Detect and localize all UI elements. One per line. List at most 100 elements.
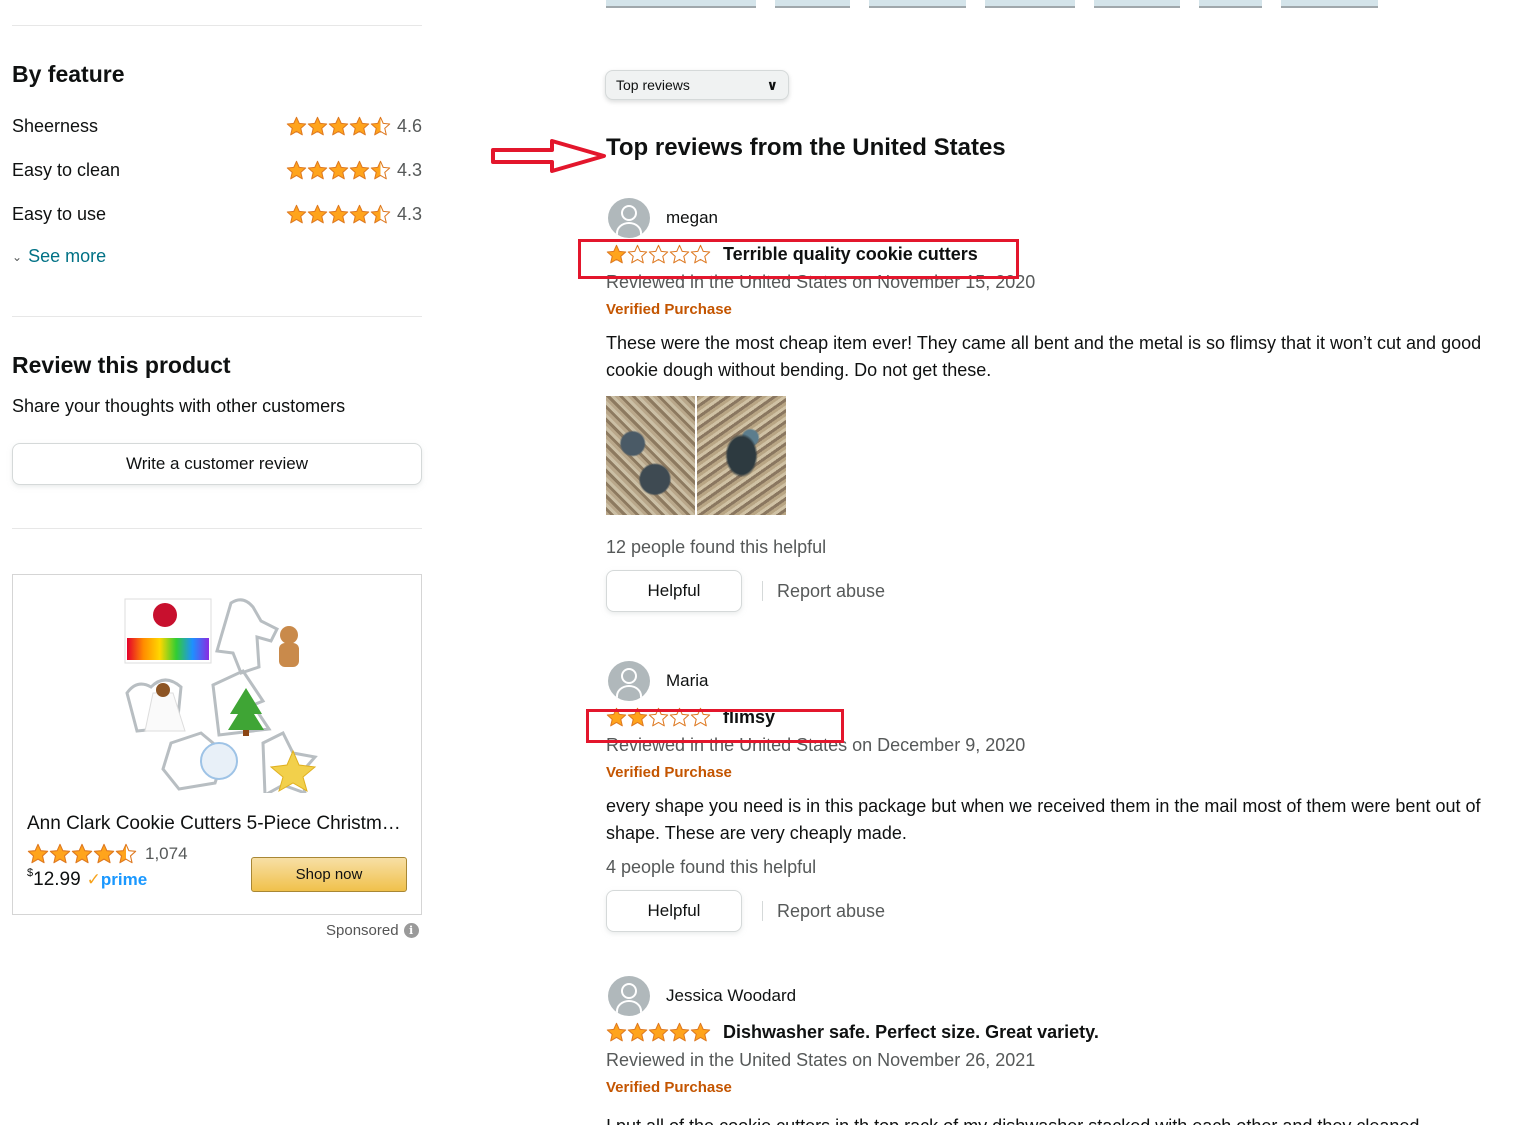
reviewer-profile[interactable]: megan [606, 198, 1511, 238]
star-half-icon [370, 160, 391, 179]
review-product-title: Review this product [12, 352, 231, 378]
chevron-down-icon: ⌄ [12, 249, 23, 264]
star-full-icon [49, 843, 71, 864]
star-full-icon [669, 1022, 690, 1041]
filter-pill[interactable] [1281, 0, 1378, 8]
ad-product-title[interactable]: Ann Clark Cookie Cutters 5-Piece Christm… [27, 813, 407, 835]
info-icon[interactable]: i [403, 923, 419, 938]
currency-symbol: $ [27, 867, 34, 879]
star-full-icon [328, 116, 349, 135]
star-full-icon [328, 204, 349, 223]
sort-dropdown[interactable]: Top reviews ∨ [605, 70, 789, 100]
ad-rating[interactable]: 1,074 [27, 843, 188, 865]
star-half-icon [370, 204, 391, 223]
star-full-icon [71, 843, 93, 864]
report-abuse-link[interactable]: Report abuse [777, 901, 885, 922]
verified-purchase-badge: Verified Purchase [606, 301, 732, 318]
avatar-icon[interactable] [608, 661, 650, 701]
filter-pill[interactable] [775, 0, 850, 8]
feature-rating-value: 4.3 [396, 159, 422, 180]
feature-label: Easy to use [12, 203, 107, 224]
ad-rating-count[interactable]: 1,074 [145, 844, 188, 864]
review-item: Jessica Woodard Dishwasher safe. Perfect… [606, 976, 1511, 1102]
review-body: I put all of the cookie cutters in th to… [606, 1113, 1511, 1125]
filter-pill[interactable] [1094, 0, 1180, 8]
sponsored-text: Sponsored [326, 922, 399, 939]
feature-row-easy-to-use: Easy to use 4.3 [12, 202, 422, 226]
chevron-down-icon: ∨ [766, 76, 778, 93]
reviewer-profile[interactable]: Maria [606, 661, 1511, 701]
divider [762, 581, 763, 601]
filter-pill[interactable] [869, 0, 966, 8]
see-more-label: See more [28, 246, 107, 266]
divider [12, 528, 422, 529]
review-title-row[interactable]: Dishwasher safe. Perfect size. Great var… [606, 1018, 1511, 1046]
review-product-subtitle: Share your thoughts with other customers [12, 396, 346, 416]
filter-pill[interactable] [1199, 0, 1262, 8]
helpful-button[interactable]: Helpful [606, 570, 742, 612]
review-photo[interactable] [606, 396, 695, 515]
star-full-icon [286, 160, 307, 179]
product-image[interactable] [121, 593, 321, 793]
reviewer-name[interactable]: megan [666, 208, 718, 228]
star-rating [606, 1022, 711, 1043]
prime-check-icon: ✓ [86, 870, 101, 889]
star-full-icon [286, 116, 307, 135]
reviewer-profile[interactable]: Jessica Woodard [606, 976, 1511, 1016]
reviewer-name[interactable]: Maria [666, 671, 709, 691]
feature-row-sheerness: Sheerness 4.6 [12, 114, 422, 138]
feature-label: Sheerness [12, 115, 99, 136]
red-box-annotation [578, 239, 1019, 279]
write-review-button[interactable]: Write a customer review [12, 443, 422, 485]
reviews-heading: Top reviews from the United States [606, 134, 1006, 161]
shop-now-button[interactable]: Shop now [251, 857, 407, 892]
divider [12, 25, 422, 26]
feature-rating-value: 4.6 [396, 115, 422, 136]
filter-pill[interactable] [606, 0, 756, 8]
star-full-icon [307, 116, 328, 135]
review-body: every shape you need is in this package … [606, 796, 1481, 843]
prime-label: prime [100, 870, 148, 889]
see-more-link[interactable]: ⌄ See more [12, 246, 106, 267]
star-full-icon [27, 843, 49, 864]
filter-pill[interactable] [985, 0, 1075, 8]
review-title[interactable]: Dishwasher safe. Perfect size. Great var… [723, 1022, 1099, 1043]
review-date: Reviewed in the United States on Novembe… [606, 1050, 1036, 1070]
helpful-button[interactable]: Helpful [606, 890, 742, 932]
verified-purchase-badge: Verified Purchase [606, 1079, 732, 1096]
star-full-icon [690, 1022, 711, 1041]
star-rating [27, 843, 137, 865]
helpful-count: 4 people found this helpful [606, 857, 817, 877]
sponsored-ad-card[interactable]: Ann Clark Cookie Cutters 5-Piece Christm… [12, 574, 422, 915]
price-value: 12.99 [33, 869, 81, 890]
divider [12, 316, 422, 317]
star-rating [286, 160, 391, 181]
star-half-icon [370, 116, 391, 135]
prime-badge: ✓prime [87, 870, 148, 890]
star-half-icon [115, 843, 137, 864]
verified-purchase-badge: Verified Purchase [606, 764, 732, 781]
helpful-count: 12 people found this helpful [606, 537, 827, 557]
sponsored-label[interactable]: Sponsored i [326, 922, 419, 939]
red-box-annotation [586, 709, 844, 743]
red-arrow-annotation-icon [491, 139, 606, 173]
review-photo[interactable] [697, 396, 786, 515]
star-rating [286, 116, 391, 137]
review-body: These were the most cheap item ever! The… [606, 333, 1482, 380]
star-full-icon [307, 204, 328, 223]
feature-label: Easy to clean [12, 159, 121, 180]
sort-selected-value: Top reviews [616, 77, 690, 93]
star-full-icon [349, 204, 370, 223]
feature-row-easy-to-clean: Easy to clean 4.3 [12, 158, 422, 182]
by-feature-title: By feature [12, 61, 125, 87]
star-full-icon [648, 1022, 669, 1041]
avatar-icon[interactable] [608, 198, 650, 238]
star-full-icon [328, 160, 349, 179]
report-abuse-link[interactable]: Report abuse [777, 581, 885, 602]
star-full-icon [349, 160, 370, 179]
star-full-icon [307, 160, 328, 179]
star-full-icon [627, 1022, 648, 1041]
reviewer-name[interactable]: Jessica Woodard [666, 986, 796, 1006]
avatar-icon[interactable] [608, 976, 650, 1016]
ad-price: $12.99 ✓prime [27, 867, 148, 891]
